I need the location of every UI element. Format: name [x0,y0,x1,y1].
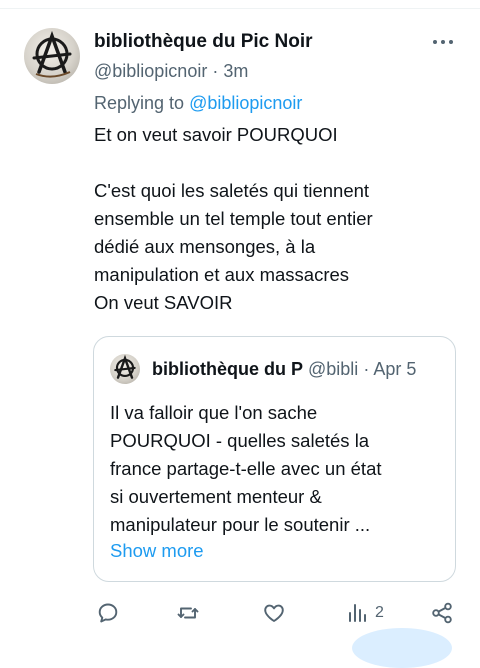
tweet-line: ensemble un tel temple tout entier [94,208,373,229]
author-avatar[interactable] [24,28,80,84]
tweet-line: Et on veut savoir POURQUOI [94,124,338,145]
replying-prefix: Replying to [94,93,185,113]
analytics-icon [349,604,366,622]
quoted-tweet-card[interactable]: bibliothèque du Pic Noir @bibli · Apr 5 … [93,336,456,582]
share-button[interactable] [430,596,454,630]
like-button[interactable] [262,596,286,630]
views-count: 2 [375,604,384,621]
views-button[interactable]: 2 [345,596,384,630]
action-bar: 2 [0,596,480,630]
tweet-time[interactable]: 3m [223,61,248,81]
more-dot-icon [441,40,445,44]
anarchy-logo-icon [114,354,136,379]
quoted-line: si ouvertement menteur & [110,486,322,507]
reply-button[interactable] [96,596,120,630]
more-options-button[interactable] [428,30,458,54]
retweet-icon [177,607,199,619]
reply-icon [98,603,118,623]
author-meta: @bibliopicnoir · 3m [94,61,248,82]
quoted-line: manipulateur pour le soutenir ... [110,514,371,535]
share-icon [432,602,452,624]
more-dot-icon [449,40,453,44]
quoted-line: POURQUOI - quelles saletés la [110,430,370,451]
quoted-separator: · [363,359,370,379]
anarchy-logo-icon [32,30,72,78]
heart-icon [264,604,284,622]
quoted-author-avatar [110,354,140,384]
tweet-line: manipulation et aux massacres [94,264,350,285]
replying-to: Replying to @bibliopicnoir [94,93,302,114]
quoted-author-name: bibliothèque du Pic Noir [152,359,304,379]
quoted-handle: @bibli [308,359,359,379]
quoted-line: france partage-t-elle avec un état [110,458,382,479]
meta-separator: · [212,61,219,81]
tweet-line: dédié aux mensonges, à la [94,236,316,257]
author-name[interactable]: bibliothèque du Pic Noir [94,31,313,53]
tweet-line: C'est quoi les saletés qui tiennent [94,180,370,201]
tweet-line [94,149,454,177]
quoted-body: Il va falloir que l'on sache POURQUOI - … [110,399,450,539]
retweet-button[interactable] [176,596,200,630]
quoted-meta: @bibli · Apr 5 [308,359,416,380]
top-divider [0,8,480,9]
tweet-body: Et on veut savoir POURQUOI C'est quoi le… [94,121,454,317]
show-more-link[interactable]: Show more [110,540,204,562]
quoted-date: Apr 5 [373,359,417,379]
tweet-line: On veut SAVOIR [94,292,233,313]
floating-action-button-edge[interactable] [352,628,452,668]
quoted-line: Il va falloir que l'on sache [110,402,318,423]
more-dot-icon [433,40,437,44]
replying-handle-link[interactable]: @bibliopicnoir [189,93,302,113]
author-handle[interactable]: @bibliopicnoir [94,61,207,81]
